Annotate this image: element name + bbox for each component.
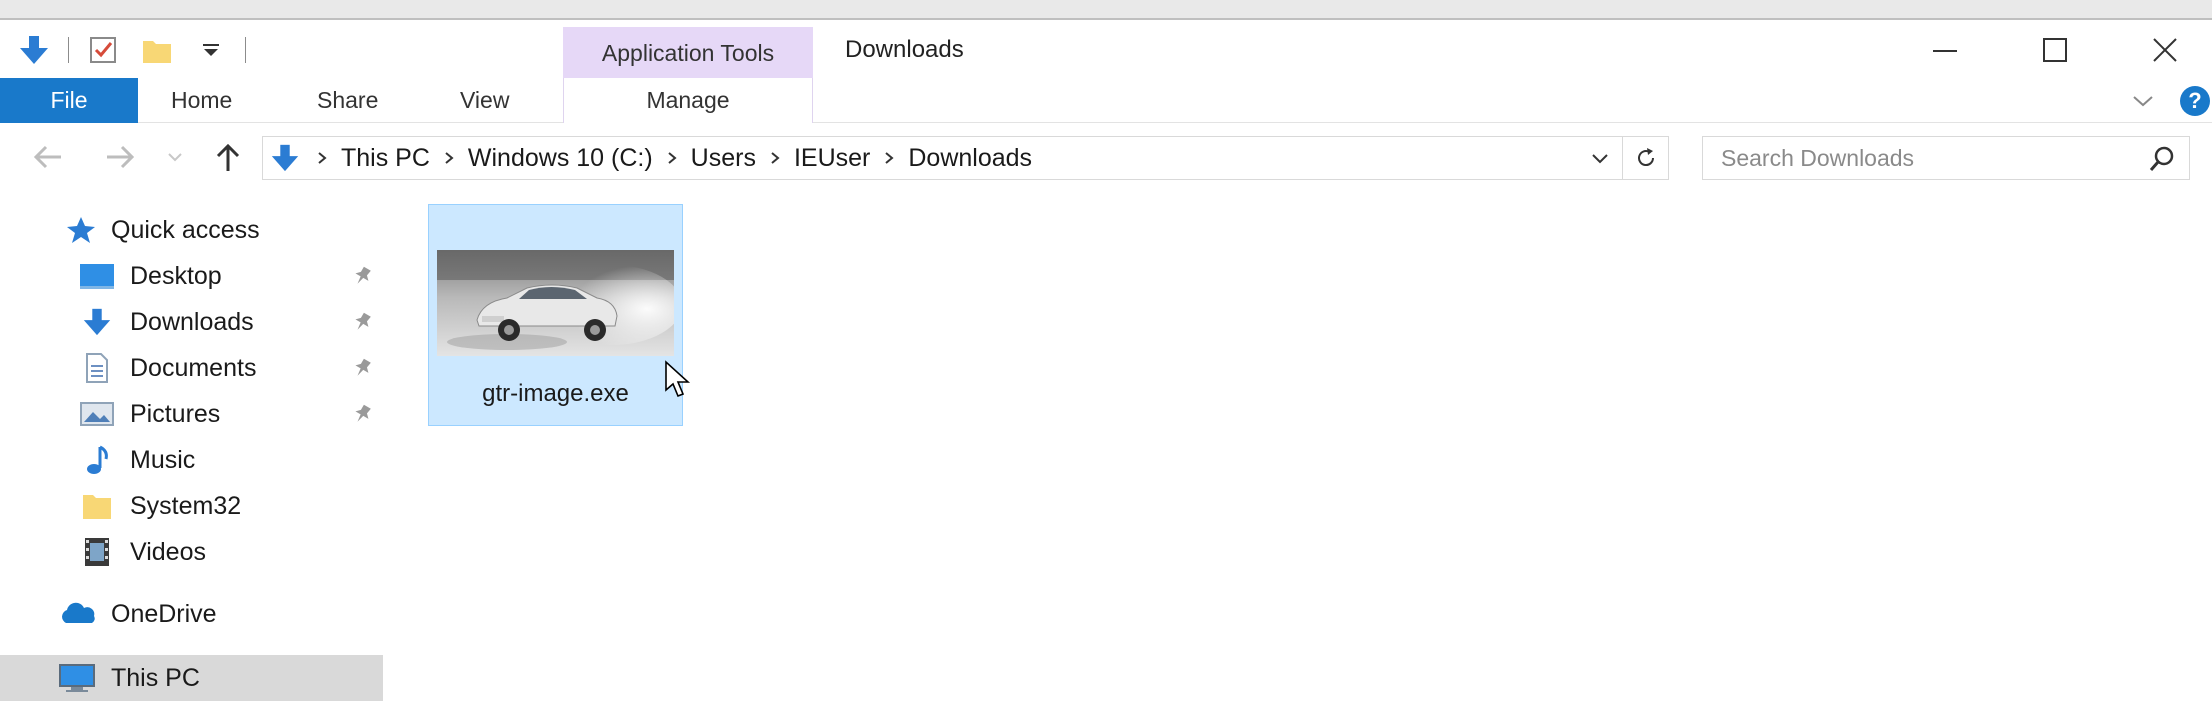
file-list-view[interactable]: gtr-image.exe (385, 191, 2212, 708)
up-arrow-icon (216, 143, 240, 171)
videos-icon (78, 533, 116, 571)
downloads-icon (78, 303, 116, 341)
navigation-bar: This PC Windows 10 (C:) Users IEUser Dow… (0, 123, 2212, 191)
star-icon (62, 211, 100, 249)
window-title: Downloads (845, 36, 964, 63)
breadcrumb: This PC Windows 10 (C:) Users IEUser Dow… (263, 136, 1032, 180)
pin-icon[interactable] (350, 402, 374, 426)
chevron-down-icon (1592, 154, 1608, 164)
nav-label: Documents (130, 353, 257, 382)
expand-ribbon-chevron-icon (2133, 96, 2153, 107)
help-button[interactable]: ? (2178, 84, 2212, 118)
pin-icon[interactable] (350, 310, 374, 334)
chevron-right-icon[interactable] (653, 136, 691, 180)
tab-share[interactable]: Share (317, 78, 378, 123)
nav-label: OneDrive (111, 599, 217, 628)
minimize-button[interactable] (1900, 24, 1990, 76)
maximize-icon (2043, 38, 2067, 62)
refresh-button[interactable] (1622, 137, 1668, 179)
chevron-right-icon[interactable] (303, 136, 341, 180)
nav-item-music[interactable]: Music (0, 437, 385, 483)
tab-home[interactable]: Home (171, 78, 232, 123)
new-folder-icon[interactable] (137, 30, 177, 70)
onedrive-cloud-icon (58, 595, 96, 633)
nav-label: Desktop (130, 261, 222, 290)
nav-label: System32 (130, 491, 242, 520)
down-arrow-icon[interactable] (14, 30, 54, 70)
nav-label: Quick access (111, 215, 260, 244)
ribbon-tabs: File Home Share View Manage ? (0, 78, 2212, 123)
breadcrumb-drive[interactable]: Windows 10 (C:) (468, 144, 653, 173)
nav-label: Pictures (130, 399, 221, 428)
nav-item-videos[interactable]: Videos (0, 529, 385, 575)
downloads-location-icon (269, 142, 301, 174)
search-box[interactable] (1702, 136, 2190, 180)
tab-manage[interactable]: Manage (563, 78, 813, 123)
file-tab[interactable]: File (0, 78, 138, 123)
folder-icon (78, 487, 116, 525)
file-thumbnail-image (437, 250, 674, 356)
chevron-down-icon (168, 153, 182, 162)
help-icon: ? (2180, 86, 2210, 116)
nav-item-documents[interactable]: Documents (0, 345, 385, 391)
nav-item-system32[interactable]: System32 (0, 483, 385, 529)
documents-icon (78, 349, 116, 387)
music-icon (78, 441, 116, 479)
refresh-icon (1637, 148, 1654, 167)
navigation-pane: Quick access Desktop Downloads Documents… (0, 191, 385, 708)
back-arrow-icon (33, 145, 61, 169)
up-button[interactable] (206, 137, 250, 177)
customize-dropdown-icon[interactable] (191, 30, 231, 70)
address-history-button[interactable] (1578, 137, 1622, 179)
address-bar[interactable]: This PC Windows 10 (C:) Users IEUser Dow… (262, 136, 1669, 180)
expand-ribbon-button[interactable] (2126, 84, 2160, 118)
maximize-button[interactable] (2010, 24, 2100, 76)
toolbar-separator (245, 37, 246, 63)
nav-item-downloads[interactable]: Downloads (0, 299, 385, 345)
search-input[interactable] (1721, 144, 2131, 172)
window-frame-top (0, 0, 2212, 20)
nav-label: Downloads (130, 307, 254, 336)
properties-checkbox-icon[interactable] (83, 30, 123, 70)
nav-item-pictures[interactable]: Pictures (0, 391, 385, 437)
close-icon (2153, 38, 2177, 62)
nav-label: This PC (111, 663, 200, 692)
mouse-cursor-icon (665, 360, 691, 398)
chevron-right-icon[interactable] (430, 136, 468, 180)
nav-label: Videos (130, 537, 206, 566)
breadcrumb-this-pc[interactable]: This PC (341, 144, 430, 173)
chevron-right-icon[interactable] (870, 136, 908, 180)
desktop-icon (78, 257, 116, 295)
file-item[interactable]: gtr-image.exe (428, 204, 691, 426)
breadcrumb-downloads[interactable]: Downloads (908, 144, 1032, 173)
toolbar-separator (68, 37, 69, 63)
pictures-icon (78, 395, 116, 433)
back-button[interactable] (26, 137, 70, 177)
title-bar: Application Tools Downloads (0, 22, 2212, 79)
tab-view[interactable]: View (460, 78, 509, 123)
breadcrumb-ieuser[interactable]: IEUser (794, 144, 870, 173)
nav-label: Music (130, 445, 196, 474)
computer-icon (58, 659, 96, 697)
nav-item-desktop[interactable]: Desktop (0, 253, 385, 299)
nav-this-pc[interactable]: This PC (0, 655, 383, 701)
search-icon[interactable] (2147, 144, 2177, 174)
chevron-right-icon[interactable] (756, 136, 794, 180)
quick-access-toolbar (14, 30, 246, 70)
contextual-tab-group-label: Application Tools (563, 27, 813, 79)
pin-icon[interactable] (350, 264, 374, 288)
forward-arrow-icon (107, 145, 135, 169)
file-name: gtr-image.exe (482, 380, 629, 407)
forward-button[interactable] (98, 137, 142, 177)
recent-locations-button[interactable] (160, 137, 190, 177)
breadcrumb-users[interactable]: Users (691, 144, 756, 173)
close-button[interactable] (2120, 24, 2210, 76)
nav-quick-access[interactable]: Quick access (0, 207, 385, 253)
minimize-icon (1933, 50, 1957, 52)
pin-icon[interactable] (350, 356, 374, 380)
nav-onedrive[interactable]: OneDrive (0, 591, 385, 637)
